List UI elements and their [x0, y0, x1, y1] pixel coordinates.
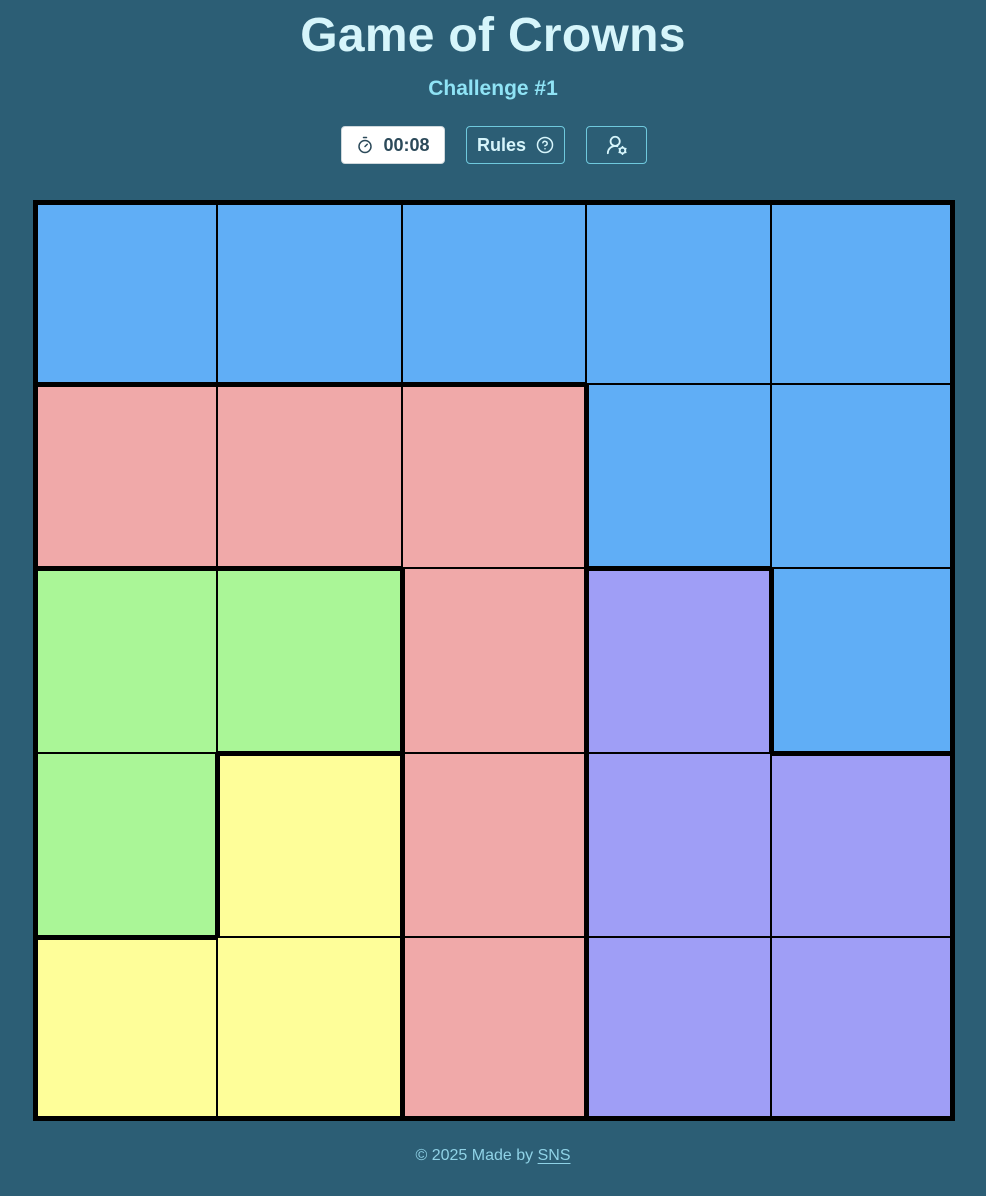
cell-r5-c2[interactable]	[217, 937, 400, 1116]
user-settings-button[interactable]	[586, 126, 647, 164]
cell-r2-c1[interactable]	[38, 386, 217, 566]
game-board	[33, 200, 955, 1121]
cell-r2-c2[interactable]	[217, 386, 402, 566]
cell-r4-c1[interactable]	[38, 753, 215, 935]
challenge-subtitle: Challenge #1	[428, 77, 558, 100]
cell-r5-c1[interactable]	[38, 939, 217, 1116]
cell-r1-c4[interactable]	[586, 205, 771, 384]
user-settings-icon	[606, 134, 628, 156]
cell-r5-c3[interactable]	[404, 937, 584, 1116]
rules-button[interactable]: Rules	[466, 126, 565, 164]
copyright-text: © 2025 Made by	[415, 1147, 534, 1164]
timer-button[interactable]: 00:08	[341, 126, 445, 164]
timer-value: 00:08	[383, 134, 430, 155]
cell-r3-c5[interactable]	[773, 568, 950, 751]
cell-r2-c5[interactable]	[771, 384, 950, 568]
cell-r2-c4[interactable]	[588, 384, 771, 566]
cell-r4-c2[interactable]	[219, 755, 400, 937]
cell-r3-c3[interactable]	[404, 568, 584, 753]
cell-r4-c3[interactable]	[404, 753, 584, 937]
cell-r3-c2[interactable]	[217, 570, 400, 751]
cell-r3-c1[interactable]	[38, 570, 217, 753]
cell-r4-c5[interactable]	[771, 755, 950, 937]
cell-r1-c3[interactable]	[402, 205, 586, 382]
author-link[interactable]: SNS	[538, 1147, 571, 1164]
cell-r1-c1[interactable]	[38, 205, 217, 382]
cell-r2-c3[interactable]	[402, 386, 584, 568]
cell-r4-c4[interactable]	[588, 753, 771, 937]
cell-r1-c2[interactable]	[217, 205, 402, 382]
cell-r5-c4[interactable]	[588, 937, 771, 1116]
cell-r1-c5[interactable]	[771, 205, 950, 384]
rules-label: Rules	[476, 134, 527, 155]
stopwatch-icon	[356, 136, 374, 154]
game-page: Game of Crowns Challenge #1 00:08 Rules	[0, 0, 986, 1196]
help-circle-icon	[536, 136, 554, 154]
footer: © 2025 Made by SNS	[0, 1146, 986, 1166]
cell-r5-c5[interactable]	[771, 937, 950, 1116]
cell-r3-c4[interactable]	[588, 570, 769, 753]
toolbar: 00:08 Rules	[0, 126, 986, 164]
page-title: Game of Crowns	[300, 9, 686, 62]
